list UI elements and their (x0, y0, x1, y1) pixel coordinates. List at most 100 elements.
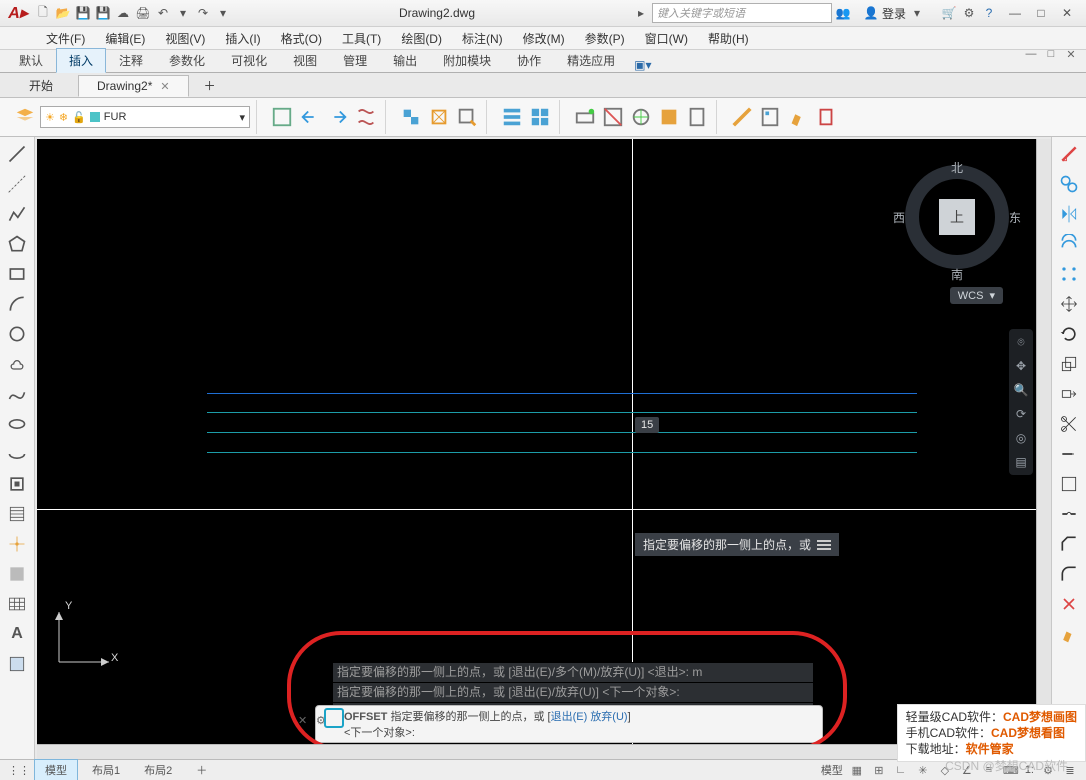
xline-icon[interactable] (4, 171, 30, 197)
mdi-max[interactable]: □ (1042, 46, 1060, 62)
qat-dd-icon[interactable]: ▾ (174, 4, 192, 22)
nav-orbit-icon[interactable]: ⟳ (1012, 405, 1030, 423)
tab-view[interactable]: 视图 (280, 48, 330, 72)
fillet-icon[interactable] (1056, 561, 1082, 587)
nav-steering-icon[interactable]: ◎ (1012, 429, 1030, 447)
hatch-icon[interactable] (4, 501, 30, 527)
region-icon[interactable] (4, 561, 30, 587)
menu-file[interactable]: 文件(F) (38, 28, 93, 49)
menu-format[interactable]: 格式(O) (273, 28, 330, 49)
statusbar-handle-icon[interactable]: ⋮⋮ (8, 764, 30, 777)
nav-showmotion-icon[interactable]: ▤ (1012, 453, 1030, 471)
menu-draw[interactable]: 绘图(D) (393, 28, 450, 49)
match-layer-icon[interactable] (269, 104, 295, 130)
ellipse-arc-icon[interactable] (4, 441, 30, 467)
layer-props-icon[interactable] (12, 104, 38, 130)
tab-featured[interactable]: 精选应用 (554, 48, 628, 72)
mdi-min[interactable]: — (1022, 46, 1040, 62)
viewcube-face[interactable]: 上 (939, 199, 975, 235)
break-icon[interactable] (1056, 471, 1082, 497)
gradient-icon[interactable] (4, 651, 30, 677)
app-logo[interactable]: A▸ (4, 2, 32, 24)
menu-window[interactable]: 窗口(W) (637, 28, 696, 49)
layout-tab-add[interactable]: ＋ (186, 760, 217, 780)
tab-insert[interactable]: 插入 (56, 48, 106, 73)
status-model-label[interactable]: 模型 (821, 762, 843, 778)
search-input[interactable]: 键入关键字或短语 (652, 3, 832, 23)
move-icon[interactable] (1056, 291, 1082, 317)
matchprop-icon[interactable] (1056, 621, 1082, 647)
qat-new-icon[interactable]: 🗋 (34, 4, 52, 22)
vertical-scrollbar[interactable] (1036, 139, 1051, 745)
block-create-icon[interactable] (426, 104, 452, 130)
measure-icon[interactable] (729, 104, 755, 130)
tab-annotate[interactable]: 注释 (106, 48, 156, 72)
dyn-menu-icon[interactable] (817, 540, 831, 550)
view-cube[interactable]: 上 北 南 东 西 (897, 157, 1017, 277)
props2-icon[interactable] (527, 104, 553, 130)
offset-icon[interactable] (1056, 231, 1082, 257)
polygon-icon[interactable] (4, 231, 30, 257)
text-icon[interactable]: A (4, 621, 30, 647)
layer-walk-icon[interactable] (353, 104, 379, 130)
spline-icon[interactable] (4, 381, 30, 407)
qat-open-icon[interactable]: 📂 (54, 4, 72, 22)
search-go-icon[interactable]: ▸ (632, 4, 650, 22)
scale-icon[interactable] (1056, 351, 1082, 377)
wcs-badge[interactable]: WCS▾ (950, 287, 1003, 304)
doc-tab-drawing2[interactable]: Drawing2* ✕ (78, 75, 189, 97)
line-icon[interactable] (4, 141, 30, 167)
doc-tab-start[interactable]: 开始 (10, 73, 72, 98)
infocenter-icon[interactable]: 👥 (834, 4, 852, 22)
menu-help[interactable]: 帮助(H) (700, 28, 757, 49)
stretch-icon[interactable] (1056, 381, 1082, 407)
drawing-canvas[interactable]: 15 指定要偏移的那一侧上的点，或 上 北 南 东 西 WCS▾ (37, 139, 1037, 745)
cart-icon[interactable]: 🛒 (940, 4, 958, 22)
tab-collab[interactable]: 协作 (504, 48, 554, 72)
signin-label[interactable]: 登录 (882, 5, 906, 22)
tab-visualize[interactable]: 可视化 (218, 48, 280, 72)
brush-icon[interactable] (785, 104, 811, 130)
tab-default[interactable]: 默认 (6, 48, 56, 72)
point-icon[interactable] (4, 531, 30, 557)
polar-icon[interactable]: ✳ (915, 762, 931, 778)
array-icon[interactable] (1056, 261, 1082, 287)
qat-undo-icon[interactable]: ↶ (154, 4, 172, 22)
rotate-icon[interactable] (1056, 321, 1082, 347)
extend-icon[interactable] (1056, 441, 1082, 467)
horizontal-scrollbar[interactable] (37, 744, 1037, 759)
signin-dd-icon[interactable]: ▾ (908, 4, 926, 22)
menu-tools[interactable]: 工具(T) (334, 28, 389, 49)
isolate-layer-icon[interactable] (325, 104, 351, 130)
layout-tab-model[interactable]: 模型 (34, 759, 78, 780)
qat-plot-icon[interactable]: 🖨 (134, 4, 152, 22)
insert-block-icon[interactable] (4, 471, 30, 497)
ellipse-icon[interactable] (4, 411, 30, 437)
table-icon[interactable] (4, 591, 30, 617)
menu-edit[interactable]: 编辑(E) (97, 28, 153, 49)
command-line[interactable]: ✕ ⚙ OFFSET 指定要偏移的那一侧上的点，或 [退出(E) 放弃(U)] … (315, 705, 823, 743)
grid-icon[interactable]: ▦ (849, 762, 865, 778)
clip-icon[interactable] (600, 104, 626, 130)
trim-icon[interactable] (1056, 411, 1082, 437)
appstore-icon[interactable]: ⚙ (960, 4, 978, 22)
nav-zoom-icon[interactable]: 🔍 (1012, 381, 1030, 399)
maximize-button[interactable]: □ (1032, 4, 1050, 22)
block-insert-icon[interactable] (398, 104, 424, 130)
layout-tab-2[interactable]: 布局2 (134, 760, 182, 780)
join-icon[interactable] (1056, 501, 1082, 527)
minimize-button[interactable]: — (1006, 4, 1024, 22)
rectangle-icon[interactable] (4, 261, 30, 287)
tab-output[interactable]: 输出 (380, 48, 430, 72)
tab-manage[interactable]: 管理 (330, 48, 380, 72)
close-button[interactable]: ✕ (1058, 4, 1076, 22)
help-icon[interactable]: ? (980, 4, 998, 22)
palette-icon[interactable] (656, 104, 682, 130)
mdi-close[interactable]: ✕ (1062, 46, 1080, 62)
menu-param[interactable]: 参数(P) (577, 28, 633, 49)
signin-icon[interactable]: 👤 (862, 4, 880, 22)
clipboard-icon[interactable] (813, 104, 839, 130)
erase-icon[interactable] (1056, 141, 1082, 167)
ribbon-collapse-icon[interactable]: ▣▾ (634, 58, 651, 72)
snap-icon[interactable]: ⊞ (871, 762, 887, 778)
